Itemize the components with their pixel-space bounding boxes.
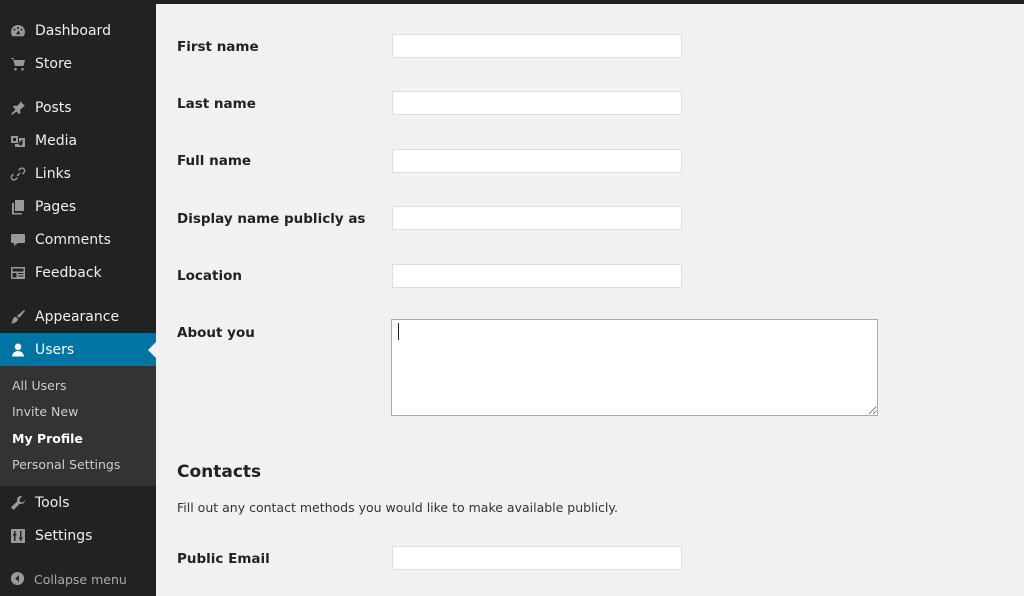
display-name-label: Display name publicly as bbox=[177, 211, 366, 227]
full-name-input[interactable] bbox=[392, 149, 682, 173]
pages-icon bbox=[9, 198, 27, 216]
sidebar-item-store[interactable]: Store bbox=[0, 47, 156, 80]
location-label: Location bbox=[177, 268, 242, 284]
sidebar-item-tools[interactable]: Tools bbox=[0, 486, 156, 519]
sidebar-item-label: Store bbox=[35, 55, 73, 72]
first-name-label: First name bbox=[177, 39, 259, 55]
cart-icon bbox=[9, 55, 27, 73]
about-you-label: About you bbox=[177, 325, 255, 341]
sidebar-item-pages[interactable]: Pages bbox=[0, 190, 156, 223]
users-submenu: All Users Invite New My Profile Personal… bbox=[0, 366, 156, 486]
brush-icon bbox=[9, 308, 27, 326]
comment-icon bbox=[9, 231, 27, 249]
feedback-icon bbox=[9, 264, 27, 282]
sidebar-item-links[interactable]: Links bbox=[0, 157, 156, 190]
sidebar-item-comments[interactable]: Comments bbox=[0, 223, 156, 256]
link-icon bbox=[9, 165, 27, 183]
sidebar-item-label: Dashboard bbox=[35, 22, 111, 39]
last-name-label: Last name bbox=[177, 96, 256, 112]
collapse-menu-button[interactable]: Collapse menu bbox=[0, 566, 156, 592]
sidebar-item-settings[interactable]: Settings bbox=[0, 519, 156, 552]
current-menu-arrow bbox=[148, 342, 156, 358]
sidebar-item-dashboard[interactable]: Dashboard bbox=[0, 14, 156, 47]
submenu-item-invite-new[interactable]: Invite New bbox=[12, 404, 78, 419]
sidebar-item-label: Tools bbox=[35, 494, 70, 511]
collapse-arrow-icon bbox=[10, 571, 26, 587]
sidebar-item-media[interactable]: Media bbox=[0, 124, 156, 157]
location-input[interactable] bbox=[392, 264, 682, 288]
user-icon bbox=[9, 341, 27, 359]
sidebar-item-label: Links bbox=[35, 165, 71, 182]
first-name-input[interactable] bbox=[392, 34, 682, 58]
submenu-item-personal-settings[interactable]: Personal Settings bbox=[12, 457, 120, 472]
settings-icon bbox=[9, 527, 27, 545]
collapse-menu-label: Collapse menu bbox=[34, 571, 127, 587]
sidebar-item-label: Users bbox=[35, 341, 75, 358]
last-name-input[interactable] bbox=[392, 91, 682, 115]
sidebar-item-label: Media bbox=[35, 132, 78, 149]
sidebar-item-label: Appearance bbox=[35, 308, 120, 325]
sidebar-item-label: Settings bbox=[35, 527, 93, 544]
contacts-heading: Contacts bbox=[177, 462, 262, 482]
public-email-input[interactable] bbox=[392, 546, 682, 570]
sidebar-item-label: Feedback bbox=[35, 264, 102, 281]
sidebar-item-feedback[interactable]: Feedback bbox=[0, 256, 156, 289]
display-name-input[interactable] bbox=[392, 206, 682, 230]
submenu-item-all-users[interactable]: All Users bbox=[12, 378, 66, 393]
public-email-label: Public Email bbox=[177, 551, 270, 567]
text-caret bbox=[398, 323, 399, 340]
pin-icon bbox=[9, 99, 27, 117]
sidebar-item-label: Comments bbox=[35, 231, 111, 248]
sidebar-item-appearance[interactable]: Appearance bbox=[0, 300, 156, 333]
sidebar-item-posts[interactable]: Posts bbox=[0, 91, 156, 124]
sidebar-item-label: Posts bbox=[35, 99, 72, 116]
sidebar-item-label: Pages bbox=[35, 198, 77, 215]
full-name-label: Full name bbox=[177, 153, 252, 169]
sidebar-item-users[interactable]: Users bbox=[0, 333, 156, 366]
about-you-textarea[interactable] bbox=[391, 319, 878, 416]
submenu-item-my-profile[interactable]: My Profile bbox=[12, 431, 83, 446]
wrench-icon bbox=[9, 494, 27, 512]
dashboard-icon bbox=[9, 22, 27, 40]
contacts-description: Fill out any contact methods you would l… bbox=[177, 500, 618, 515]
admin-sidebar: Dashboard Store Posts Media Links Pages bbox=[0, 0, 156, 596]
media-icon bbox=[9, 132, 27, 150]
